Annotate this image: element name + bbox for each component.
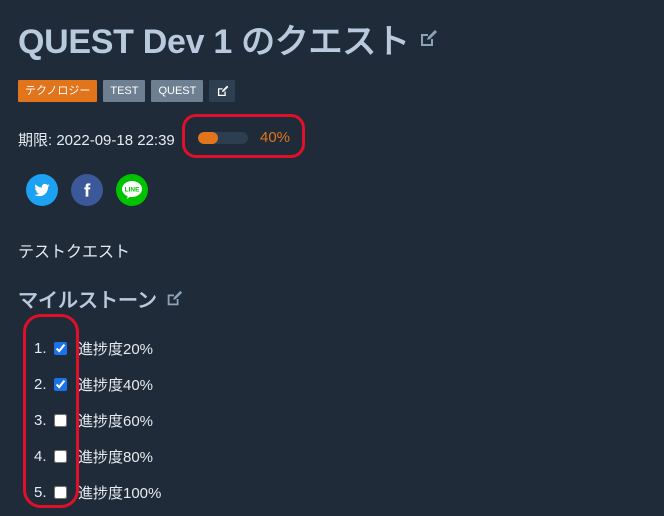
milestone-label: 進捗度20% [78,340,154,358]
tag-technology[interactable]: テクノロジー [18,80,98,102]
deadline: 期限: 2022-09-18 22:39 [18,129,175,150]
facebook-icon [84,183,91,197]
milestone-label: 進捗度40% [78,376,154,394]
svg-text:LINE: LINE [125,187,140,194]
milestone-label: 進捗度80% [78,448,154,466]
title-row: QUEST Dev 1 のクエスト [18,14,438,63]
quest-description: テストクエスト [18,244,131,261]
line-icon: LINE [122,181,142,199]
milestone-label: 進捗度60% [78,412,154,430]
tag-list: テクノロジー TEST QUEST [18,80,236,102]
share-buttons: LINE [26,174,148,206]
tag-test[interactable]: TEST [103,80,146,102]
annotation-circle-checkboxes [23,314,79,508]
edit-tags-button[interactable] [209,80,236,102]
tag-quest[interactable]: QUEST [151,80,204,102]
milestone-title: マイルストーン [18,290,157,312]
twitter-share-button[interactable] [26,174,58,206]
deadline-text: 期限: 2022-09-18 22:39 [18,132,175,149]
page-title: QUEST Dev 1 のクエスト [18,23,410,61]
edit-icon [217,85,229,96]
edit-icon[interactable] [418,29,438,49]
twitter-icon [34,183,50,197]
milestone-header: マイルストーン [18,284,183,313]
facebook-share-button[interactable] [71,174,103,206]
annotation-circle-progress [182,114,305,158]
milestone-label: 進捗度100% [78,484,162,502]
line-share-button[interactable]: LINE [116,174,148,206]
edit-icon[interactable] [165,290,183,308]
